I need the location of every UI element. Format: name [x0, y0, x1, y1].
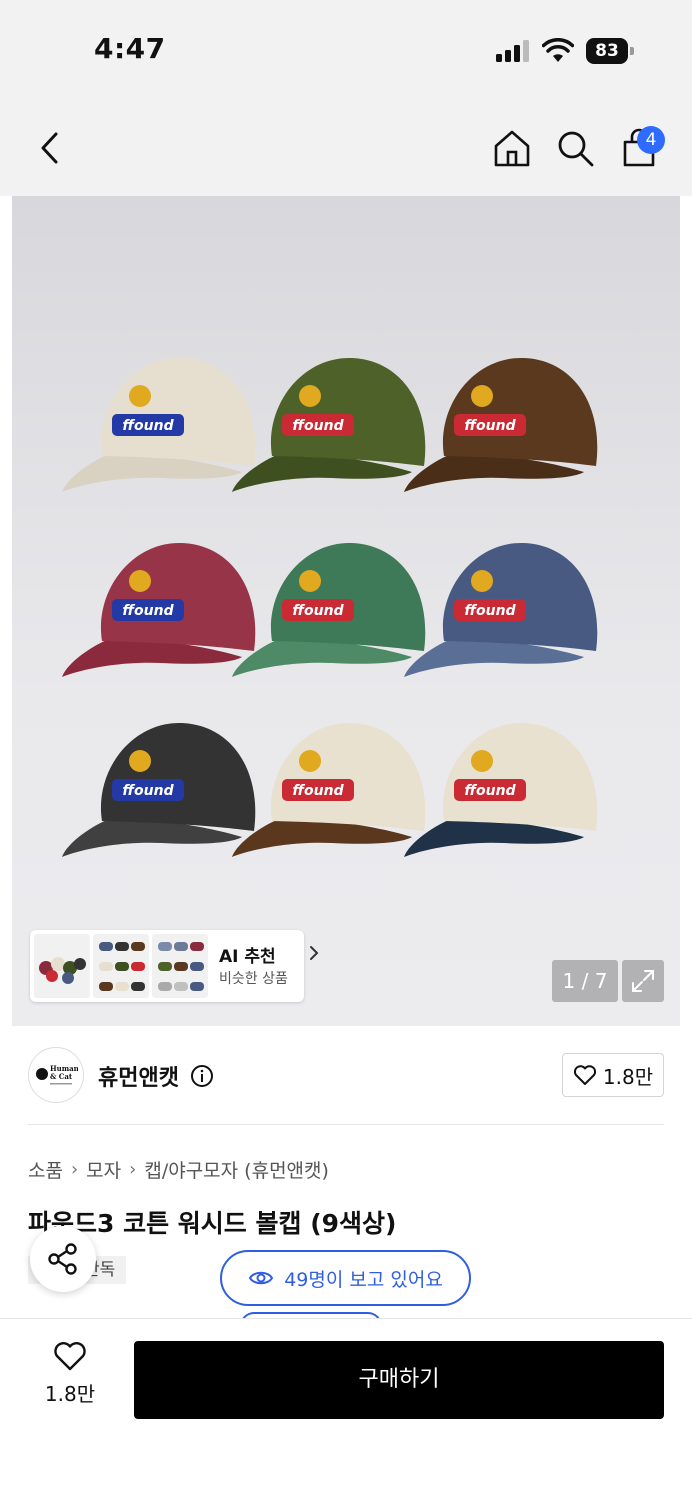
share-button[interactable]: [30, 1226, 96, 1292]
home-icon: [494, 130, 530, 167]
heart-icon: [573, 1065, 596, 1085]
cart-count-badge: 4: [637, 126, 665, 154]
svg-text:ffound: ffound: [292, 783, 344, 799]
ai-thumbnail: [93, 934, 149, 998]
svg-text:& Cat: & Cat: [50, 1072, 73, 1081]
wishlist-count: 1.8만: [44, 1382, 96, 1406]
svg-text:ffound: ffound: [464, 783, 516, 799]
status-time: 4:47: [94, 32, 166, 65]
viewers-count-label: 49명이 보고 있어요: [284, 1268, 443, 1291]
ai-recommend-title: AI 추천: [219, 947, 276, 967]
expand-icon: [632, 970, 654, 992]
info-icon[interactable]: [190, 1064, 214, 1088]
wishlist-button[interactable]: 1.8만: [30, 1340, 110, 1420]
viewers-count-pill: 49명이 보고 있어요: [220, 1250, 471, 1306]
chevron-right-icon: ›: [70, 1159, 79, 1180]
nav-bar: [0, 100, 692, 196]
divider: [28, 1124, 664, 1125]
chevron-right-icon: ›: [129, 1159, 137, 1180]
ai-thumbnail: [34, 934, 90, 998]
status-bar: 4:47 83: [0, 0, 692, 100]
svg-text:ffound: ffound: [464, 603, 516, 619]
battery-icon: 83: [586, 38, 634, 64]
breadcrumb-item[interactable]: 모자: [86, 1156, 121, 1183]
search-button[interactable]: [551, 124, 599, 172]
svg-text:ffound: ffound: [292, 418, 344, 434]
chevron-right-icon: [310, 946, 319, 960]
svg-text:ffound: ffound: [122, 603, 174, 619]
brand-like-button[interactable]: 1.8만: [562, 1053, 664, 1097]
brand-logo-image: Human & Cat: [36, 1064, 78, 1085]
product-image-carousel[interactable]: ffound .c1 .brim,.c1 .crown{} ffound ffo…: [12, 196, 680, 1026]
svg-text:ffound: ffound: [122, 418, 174, 434]
buy-button[interactable]: 구매하기: [134, 1341, 664, 1419]
cellular-signal-icon: [496, 40, 532, 62]
share-icon: [48, 1243, 77, 1275]
ai-thumbnail: [152, 934, 208, 998]
wifi-icon: [542, 38, 574, 62]
svg-text:ffound: ffound: [464, 418, 516, 434]
search-icon: [558, 131, 594, 167]
image-page-counter: 1 / 7: [552, 960, 618, 1002]
brand-name[interactable]: 휴먼앤캣: [98, 1060, 179, 1092]
expand-image-button[interactable]: [622, 960, 664, 1002]
breadcrumb-item[interactable]: 캡/야구모자 (휴먼앤캣): [144, 1156, 329, 1183]
heart-icon: [54, 1342, 86, 1371]
ai-recommend-button[interactable]: AI 추천 비슷한 상품: [30, 930, 319, 1002]
home-button[interactable]: [488, 124, 536, 172]
product-photo-caps: ffound .c1 .brim,.c1 .crown{} ffound ffo…: [62, 357, 598, 857]
brand-logo[interactable]: Human & Cat: [28, 1047, 84, 1103]
eye-icon: [249, 1271, 274, 1285]
brand-like-count: 1.8만: [602, 1064, 654, 1089]
battery-level: 83: [586, 38, 628, 64]
ai-recommend-subtitle: 비슷한 상품: [219, 971, 288, 987]
back-icon: [41, 132, 58, 164]
breadcrumb: 소품 › 모자 › 캡/야구모자 (휴먼앤캣): [28, 1156, 329, 1183]
breadcrumb-item[interactable]: 소품: [28, 1156, 63, 1183]
back-button[interactable]: [26, 124, 74, 172]
svg-text:ffound: ffound: [122, 783, 174, 799]
svg-text:ffound: ffound: [292, 603, 344, 619]
